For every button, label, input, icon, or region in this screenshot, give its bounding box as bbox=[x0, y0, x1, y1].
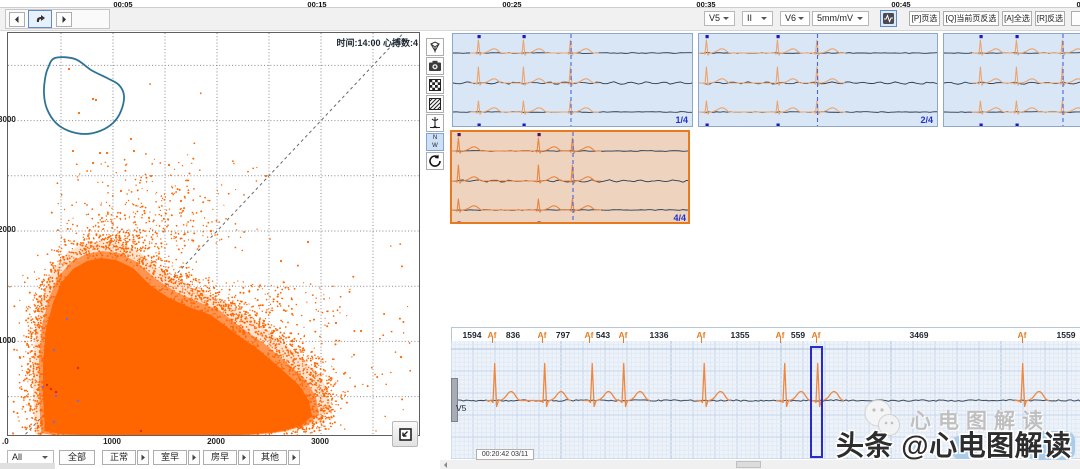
svg-text:时间:14:00 心搏数:4: 时间:14:00 心搏数:4 bbox=[336, 37, 418, 48]
svg-text:4/4: 4/4 bbox=[673, 213, 686, 223]
svg-text:1/4: 1/4 bbox=[675, 115, 688, 125]
svg-text:2/4: 2/4 bbox=[920, 115, 933, 125]
